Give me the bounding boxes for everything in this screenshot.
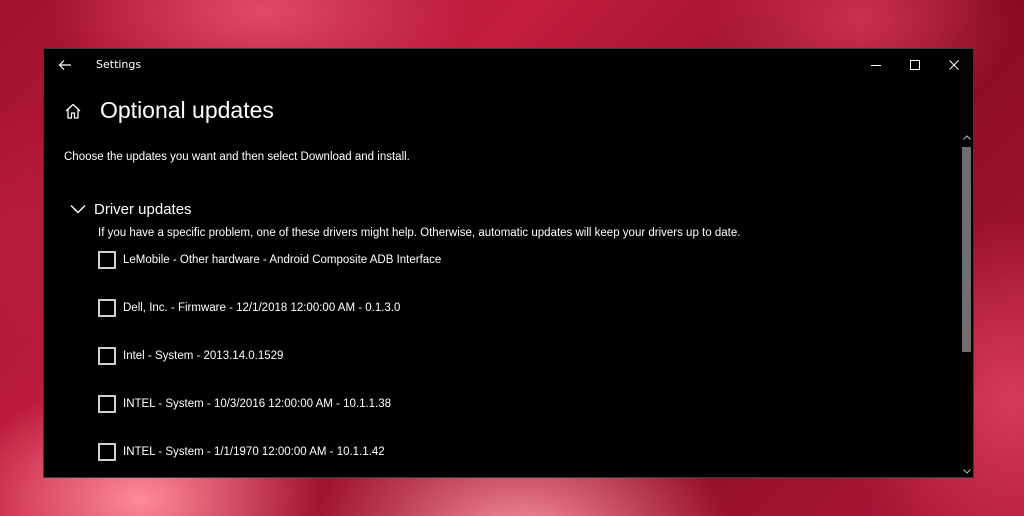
driver-item[interactable]: INTEL - System - 1/1/1970 12:00:00 AM - … <box>98 441 385 463</box>
page-title: Optional updates <box>100 97 274 123</box>
settings-window: Settings Optional updates Choose the upd… <box>43 48 974 478</box>
title-bar: Settings <box>44 49 973 81</box>
driver-label: INTEL - System - 1/1/1970 12:00:00 AM - … <box>123 446 385 458</box>
driver-item[interactable]: LeMobile - Other hardware - Android Comp… <box>98 249 441 271</box>
back-button[interactable] <box>44 49 86 81</box>
maximize-button[interactable] <box>895 49 935 81</box>
driver-label: LeMobile - Other hardware - Android Comp… <box>123 254 442 266</box>
checkbox[interactable] <box>98 299 116 317</box>
page-intro: Choose the updates you want and then sel… <box>64 151 410 163</box>
driver-item[interactable]: Intel - System - 2013.14.0.1529 <box>98 345 283 367</box>
checkbox[interactable] <box>98 443 116 461</box>
driver-updates-toggle[interactable]: Driver updates <box>70 199 192 219</box>
minimize-icon <box>871 65 881 66</box>
driver-item[interactable]: INTEL - System - 10/3/2016 12:00:00 AM -… <box>98 393 391 415</box>
section-description: If you have a specific problem, one of t… <box>98 227 741 239</box>
minimize-button[interactable] <box>856 49 896 81</box>
checkbox[interactable] <box>98 347 116 365</box>
driver-label: Intel - System - 2013.14.0.1529 <box>123 350 284 362</box>
checkbox[interactable] <box>98 395 116 413</box>
close-icon <box>949 60 959 70</box>
vertical-scrollbar[interactable] <box>960 131 973 477</box>
scroll-up-button[interactable] <box>960 131 973 143</box>
scroll-thumb[interactable] <box>962 147 971 352</box>
driver-label: Dell, Inc. - Firmware - 12/1/2018 12:00:… <box>123 302 401 314</box>
chevron-down-icon <box>70 205 86 214</box>
arrow-left-icon <box>58 60 71 70</box>
caret-up-icon <box>962 134 971 140</box>
section-title: Driver updates <box>94 200 192 218</box>
scroll-down-button[interactable] <box>960 465 973 477</box>
maximize-icon <box>910 60 920 70</box>
checkbox[interactable] <box>98 251 116 269</box>
app-title: Settings <box>96 58 142 71</box>
driver-label: INTEL - System - 10/3/2016 12:00:00 AM -… <box>123 398 392 410</box>
caret-down-icon <box>962 468 971 474</box>
driver-item[interactable]: Dell, Inc. - Firmware - 12/1/2018 12:00:… <box>98 297 400 319</box>
close-button[interactable] <box>934 49 973 81</box>
home-icon[interactable] <box>64 102 82 120</box>
